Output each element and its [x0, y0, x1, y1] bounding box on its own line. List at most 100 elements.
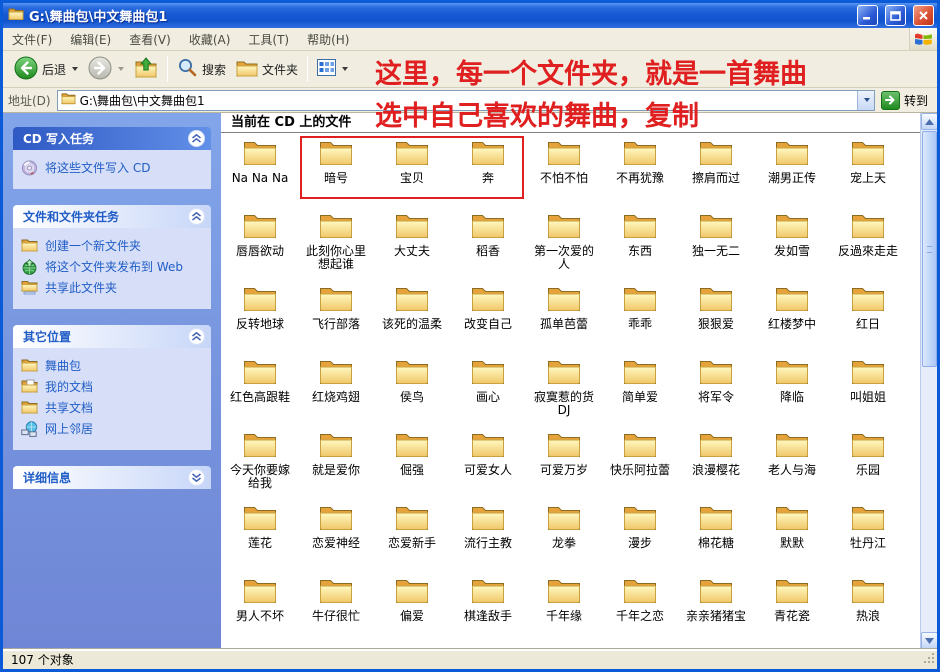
task-item[interactable]: 共享文档: [17, 398, 207, 419]
folder-item[interactable]: 暗号: [298, 135, 374, 208]
title-bar[interactable]: G:\舞曲包\中文舞曲包1: [3, 3, 937, 28]
up-button[interactable]: [129, 54, 163, 85]
folder-item[interactable]: 乐园: [830, 427, 906, 500]
folder-item[interactable]: 流行主教: [450, 500, 526, 573]
folder-item[interactable]: 不再犹豫: [602, 135, 678, 208]
folder-item[interactable]: 亲亲猪猪宝: [678, 573, 754, 646]
menu-item[interactable]: 帮助(H): [298, 29, 358, 50]
scrollbar-thumb[interactable]: [922, 131, 937, 367]
folder-item[interactable]: 独一无二: [678, 208, 754, 281]
task-item[interactable]: 将这些文件写入 CD: [17, 158, 207, 179]
folder-item[interactable]: 画心: [450, 354, 526, 427]
address-dropdown-button[interactable]: [856, 90, 874, 110]
folder-item[interactable]: 龙拳: [526, 500, 602, 573]
folder-item[interactable]: 偏爱: [374, 573, 450, 646]
folder-item[interactable]: 反過來走走: [830, 208, 906, 281]
menu-item[interactable]: 工具(T): [239, 29, 298, 50]
folder-item[interactable]: 擦肩而过: [678, 135, 754, 208]
task-item[interactable]: 网上邻居: [17, 419, 207, 440]
task-item[interactable]: 舞曲包: [17, 356, 207, 377]
folder-item[interactable]: 寂寞惹的货DJ: [526, 354, 602, 427]
task-item[interactable]: 创建一个新文件夹: [17, 236, 207, 257]
folder-item[interactable]: 男人不坏: [222, 573, 298, 646]
folder-item[interactable]: 改变自己: [450, 281, 526, 354]
folder-item[interactable]: 发如雪: [754, 208, 830, 281]
chevron-up-icon[interactable]: [188, 208, 205, 225]
task-item[interactable]: 将这个文件夹发布到 Web: [17, 257, 207, 278]
chevron-up-icon[interactable]: [188, 328, 205, 345]
panel-header[interactable]: CD 写入任务: [13, 127, 211, 150]
folder-item[interactable]: 棋逢敌手: [450, 573, 526, 646]
folder-item[interactable]: 不怕不怕: [526, 135, 602, 208]
menu-item[interactable]: 文件(F): [3, 29, 61, 50]
folder-item[interactable]: 快乐阿拉蕾: [602, 427, 678, 500]
folder-item[interactable]: 宝贝: [374, 135, 450, 208]
maximize-button[interactable]: [885, 5, 906, 26]
folder-item[interactable]: 今天你要嫁给我: [222, 427, 298, 500]
folder-item[interactable]: 反转地球: [222, 281, 298, 354]
folder-item[interactable]: 侯鸟: [374, 354, 450, 427]
folder-item[interactable]: 棉花糖: [678, 500, 754, 573]
scrollbar-down-button[interactable]: [921, 632, 937, 649]
folder-item[interactable]: 该死的温柔: [374, 281, 450, 354]
panel-header[interactable]: 详细信息: [13, 466, 211, 489]
folder-item[interactable]: 简单爱: [602, 354, 678, 427]
folder-item[interactable]: 倔强: [374, 427, 450, 500]
menu-item[interactable]: 编辑(E): [61, 29, 120, 50]
folder-item[interactable]: 可爱女人: [450, 427, 526, 500]
panel-header[interactable]: 文件和文件夹任务: [13, 205, 211, 228]
folder-item[interactable]: 红日: [830, 281, 906, 354]
folder-item[interactable]: 就是爱你: [298, 427, 374, 500]
folder-item[interactable]: 叫姐姐: [830, 354, 906, 427]
resize-grip[interactable]: [923, 652, 936, 668]
folder-item[interactable]: 青花瓷: [754, 573, 830, 646]
back-button[interactable]: 后退: [9, 53, 83, 86]
vertical-scrollbar[interactable]: [920, 113, 937, 649]
folder-item[interactable]: 此刻你心里想起谁: [298, 208, 374, 281]
folder-item[interactable]: 降临: [754, 354, 830, 427]
folder-item[interactable]: 热浪: [830, 573, 906, 646]
folders-button[interactable]: 文件夹: [231, 56, 303, 83]
folder-item[interactable]: 狠狠爱: [678, 281, 754, 354]
scrollbar-up-button[interactable]: [921, 113, 937, 130]
folder-item[interactable]: 孤单芭蕾: [526, 281, 602, 354]
folder-item[interactable]: 恋爱神经: [298, 500, 374, 573]
folder-item[interactable]: 莲花: [222, 500, 298, 573]
folder-item[interactable]: 恋爱新手: [374, 500, 450, 573]
folder-item[interactable]: 红楼梦中: [754, 281, 830, 354]
task-item[interactable]: 我的文档: [17, 377, 207, 398]
folder-item[interactable]: 千年之恋: [602, 573, 678, 646]
folder-item[interactable]: 稻香: [450, 208, 526, 281]
task-item[interactable]: 共享此文件夹: [17, 278, 207, 299]
go-button[interactable]: 转到: [880, 90, 932, 110]
folder-item[interactable]: 奔: [450, 135, 526, 208]
folder-item[interactable]: 牡丹江: [830, 500, 906, 573]
folder-item[interactable]: 老人与海: [754, 427, 830, 500]
folder-item[interactable]: 潮男正传: [754, 135, 830, 208]
folder-item[interactable]: 东西: [602, 208, 678, 281]
menu-item[interactable]: 查看(V): [120, 29, 180, 50]
folder-item[interactable]: 红烧鸡翅: [298, 354, 374, 427]
folder-item[interactable]: 宠上天: [830, 135, 906, 208]
folder-item[interactable]: 乖乖: [602, 281, 678, 354]
folder-item[interactable]: 飞行部落: [298, 281, 374, 354]
folder-item[interactable]: 红色高跟鞋: [222, 354, 298, 427]
folder-item[interactable]: 第一次爱的人: [526, 208, 602, 281]
folder-item[interactable]: 牛仔很忙: [298, 573, 374, 646]
panel-header[interactable]: 其它位置: [13, 325, 211, 348]
chevron-down-icon[interactable]: [188, 469, 205, 486]
folder-item[interactable]: 千年缘: [526, 573, 602, 646]
chevron-up-icon[interactable]: [188, 130, 205, 147]
search-button[interactable]: 搜索: [172, 54, 231, 84]
close-button[interactable]: [913, 5, 934, 26]
forward-button[interactable]: [83, 53, 129, 86]
minimize-button[interactable]: [857, 5, 878, 26]
menu-item[interactable]: 收藏(A): [180, 29, 240, 50]
folder-item[interactable]: Na Na Na: [222, 135, 298, 208]
views-button[interactable]: [312, 56, 353, 82]
folder-item[interactable]: 大丈夫: [374, 208, 450, 281]
folder-item[interactable]: 浪漫樱花: [678, 427, 754, 500]
folder-item[interactable]: 唇唇欲动: [222, 208, 298, 281]
folder-item[interactable]: 漫步: [602, 500, 678, 573]
folder-item[interactable]: 默默: [754, 500, 830, 573]
